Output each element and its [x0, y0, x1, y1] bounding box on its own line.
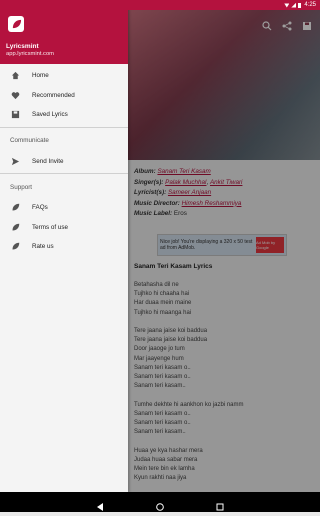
back-icon[interactable] [96, 498, 104, 511]
save-icon [10, 110, 20, 120]
wifi-icon [284, 3, 290, 8]
navigation-drawer: Lyricsmint app.lyricsmint.com Home Recom… [0, 0, 128, 492]
drawer-item-saved-lyrics[interactable]: Saved Lyrics [0, 105, 128, 125]
status-bar: 4:25 [0, 0, 320, 10]
drawer-item-recommended[interactable]: Recommended [0, 86, 128, 106]
send-icon [10, 156, 20, 166]
section-support: Support [10, 183, 33, 191]
battery-icon [298, 2, 302, 8]
drawer-scrim[interactable] [128, 10, 320, 492]
status-time: 4:25 [304, 2, 316, 8]
signal-icon [291, 2, 297, 8]
leaf-icon [10, 242, 20, 252]
leaf-icon [10, 203, 20, 213]
drawer-item-home[interactable]: Home [0, 66, 128, 86]
leaf-icon [12, 19, 21, 28]
recents-icon[interactable] [216, 498, 224, 511]
section-communicate: Communicate [10, 137, 49, 144]
drawer-item-rate-us[interactable]: Rate us [0, 237, 128, 257]
drawer-item-terms[interactable]: Terms of use [0, 218, 128, 238]
drawer-menu: Home Recommended Saved Lyrics Communicat… [0, 66, 128, 257]
drawer-item-send-invite[interactable]: Send Invite [0, 152, 128, 172]
app-url: app.lyricsmint.com [6, 51, 54, 57]
status-icons [284, 2, 302, 8]
system-nav-bar [0, 492, 320, 512]
app-logo [8, 16, 24, 32]
home-icon [10, 71, 20, 81]
leaf-icon [10, 222, 20, 232]
home-button-icon[interactable] [156, 498, 164, 511]
divider [0, 173, 128, 174]
drawer-item-faqs[interactable]: FAQs [0, 198, 128, 218]
divider [0, 126, 128, 128]
app-name: Lyricsmint [6, 43, 39, 50]
heart-icon [10, 90, 20, 100]
